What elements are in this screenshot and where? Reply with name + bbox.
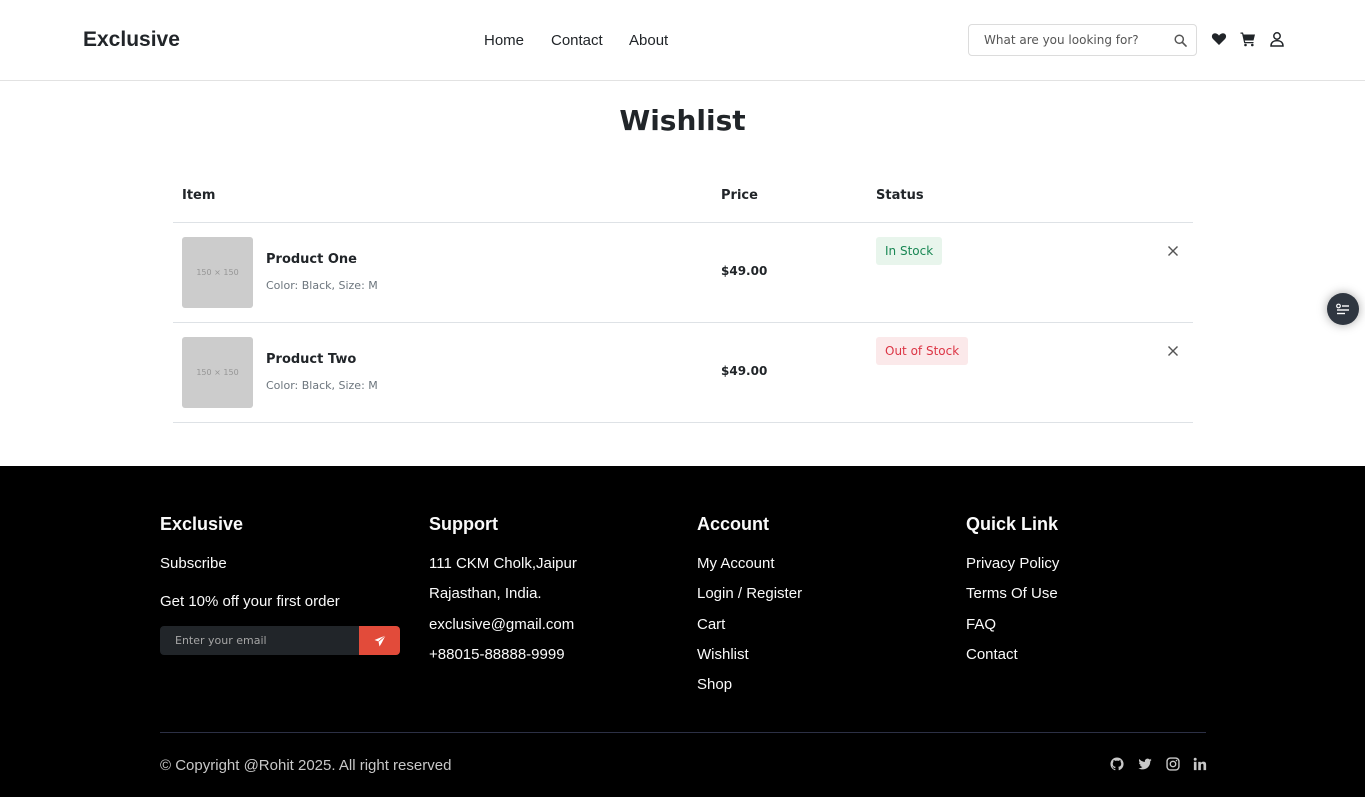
nav-link-contact[interactable]: Contact <box>551 32 603 49</box>
brand-logo[interactable]: Exclusive <box>83 28 180 52</box>
footer-col-title: Quick Link <box>966 514 1059 534</box>
copyright-text: © Copyright @Rohit 2025. All right reser… <box>160 757 452 774</box>
column-header-status: Status <box>876 188 924 203</box>
footer-email[interactable]: exclusive@gmail.com <box>429 616 574 633</box>
footer-phone[interactable]: +88015-88888-9999 <box>429 646 565 663</box>
github-icon[interactable] <box>1110 757 1124 771</box>
user-icon[interactable] <box>1269 31 1285 47</box>
footer-link-cart[interactable]: Cart <box>697 616 725 633</box>
cart-icon[interactable] <box>1240 31 1256 47</box>
footer-link-contact[interactable]: Contact <box>966 646 1018 663</box>
footer-col-exclusive: Exclusive Subscribe Get 10% off your fir… <box>160 514 400 714</box>
product-name[interactable]: Product One <box>266 252 357 267</box>
subscribe-form <box>160 626 400 655</box>
product-price: $49.00 <box>721 364 768 378</box>
footer-col-quick-link: Quick Link Privacy Policy Terms Of Use F… <box>966 514 1206 714</box>
footer-subscribe-label: Subscribe <box>160 555 227 572</box>
product-meta: Color: Black, Size: M <box>266 379 378 392</box>
footer-offer-text: Get 10% off your first order <box>160 593 340 610</box>
linkedin-icon[interactable] <box>1193 757 1207 771</box>
remove-icon[interactable] <box>1167 345 1179 357</box>
site-footer: Exclusive Subscribe Get 10% off your fir… <box>0 466 1365 797</box>
site-header: Exclusive Home Contact About <box>0 0 1365 81</box>
remove-icon[interactable] <box>1167 245 1179 257</box>
footer-divider <box>160 732 1206 733</box>
heart-icon[interactable] <box>1211 31 1227 47</box>
column-header-price: Price <box>721 188 758 203</box>
instagram-icon[interactable] <box>1166 757 1180 771</box>
table-row: 150 × 150 Product One Color: Black, Size… <box>173 223 1193 323</box>
footer-col-account: Account My Account Login / Register Cart… <box>697 514 937 734</box>
search-icon[interactable] <box>1174 34 1187 47</box>
footer-link-wishlist[interactable]: Wishlist <box>697 646 749 663</box>
column-header-item: Item <box>182 188 216 203</box>
nav-link-home[interactable]: Home <box>484 32 524 49</box>
footer-link-shop[interactable]: Shop <box>697 676 732 693</box>
footer-address-line: Rajasthan, India. <box>429 585 542 602</box>
product-name[interactable]: Product Two <box>266 352 356 367</box>
footer-link-my-account[interactable]: My Account <box>697 555 775 572</box>
floating-menu-button[interactable] <box>1327 293 1359 325</box>
product-price: $49.00 <box>721 264 768 278</box>
table-header: Item Price Status <box>173 170 1193 223</box>
product-meta: Color: Black, Size: M <box>266 279 378 292</box>
footer-col-title: Exclusive <box>160 514 244 534</box>
product-thumbnail[interactable]: 150 × 150 <box>182 337 253 408</box>
footer-col-support: Support 111 CKM Cholk,Jaipur Rajasthan, … <box>429 514 669 714</box>
footer-col-title: Account <box>697 514 769 534</box>
product-thumbnail[interactable]: 150 × 150 <box>182 237 253 308</box>
subscribe-button[interactable] <box>359 626 400 655</box>
footer-link-faq[interactable]: FAQ <box>966 616 996 633</box>
nav-link-about[interactable]: About <box>629 32 668 49</box>
footer-link-login-register[interactable]: Login / Register <box>697 585 802 602</box>
twitter-icon[interactable] <box>1138 757 1152 771</box>
table-row: 150 × 150 Product Two Color: Black, Size… <box>173 323 1193 423</box>
footer-link-terms-of-use[interactable]: Terms Of Use <box>966 585 1058 602</box>
status-badge: Out of Stock <box>876 337 969 365</box>
status-badge: In Stock <box>876 237 943 265</box>
footer-link-privacy-policy[interactable]: Privacy Policy <box>966 555 1059 572</box>
page-title: Wishlist <box>619 104 746 137</box>
email-field[interactable] <box>160 626 359 655</box>
footer-address-line: 111 CKM Cholk,Jaipur <box>429 555 577 572</box>
footer-col-title: Support <box>429 514 498 534</box>
send-icon <box>374 634 386 646</box>
search-input[interactable] <box>970 26 1166 54</box>
search-box <box>968 24 1197 56</box>
wishlist-table: Item Price Status 150 × 150 Product One … <box>173 170 1193 423</box>
list-settings-icon <box>1336 303 1349 315</box>
